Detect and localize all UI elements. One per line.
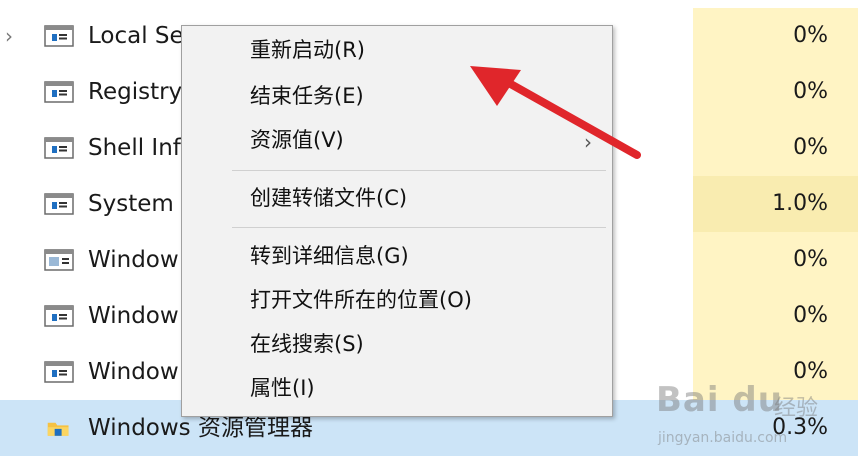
baidu-watermark: Bai du 经验 jingyan.baidu.com xyxy=(652,378,852,458)
watermark-url: jingyan.baidu.com xyxy=(658,430,788,446)
watermark-text: 经验 xyxy=(774,396,819,421)
watermark-logo: Bai du xyxy=(656,380,783,420)
